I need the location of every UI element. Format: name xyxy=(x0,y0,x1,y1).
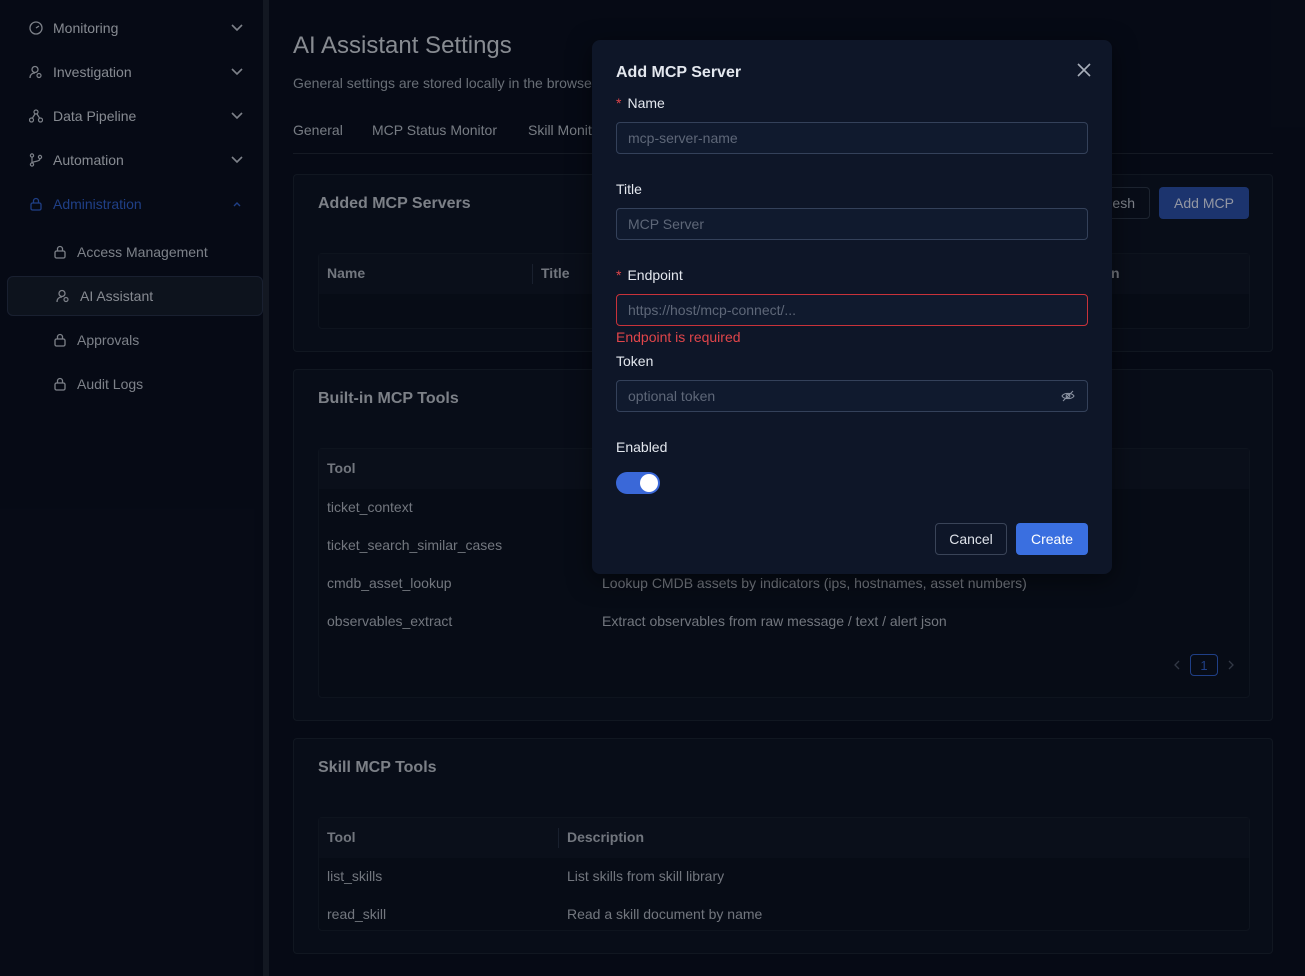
required-mark: * xyxy=(616,267,622,283)
endpoint-error-text: Endpoint is required xyxy=(616,329,741,345)
title-input[interactable] xyxy=(616,208,1088,240)
add-mcp-server-modal: Add MCP Server *Name Title *Endpoint End… xyxy=(592,40,1112,574)
endpoint-input[interactable] xyxy=(616,294,1088,326)
create-button[interactable]: Create xyxy=(1016,523,1088,555)
name-input[interactable] xyxy=(616,122,1088,154)
token-input[interactable] xyxy=(616,380,1088,412)
toggle-knob xyxy=(640,474,658,492)
modal-title: Add MCP Server xyxy=(616,64,742,81)
title-label: Title xyxy=(616,181,642,197)
required-mark: * xyxy=(616,95,622,111)
eye-off-icon[interactable] xyxy=(1060,388,1076,404)
close-icon[interactable] xyxy=(1074,60,1094,80)
name-label: * Name xyxy=(616,95,665,111)
token-label: Token xyxy=(616,353,654,369)
enabled-toggle[interactable] xyxy=(616,472,660,494)
cancel-button[interactable]: Cancel xyxy=(935,523,1007,555)
enabled-label: Enabled xyxy=(616,439,668,455)
endpoint-label: * Endpoint xyxy=(616,267,683,283)
